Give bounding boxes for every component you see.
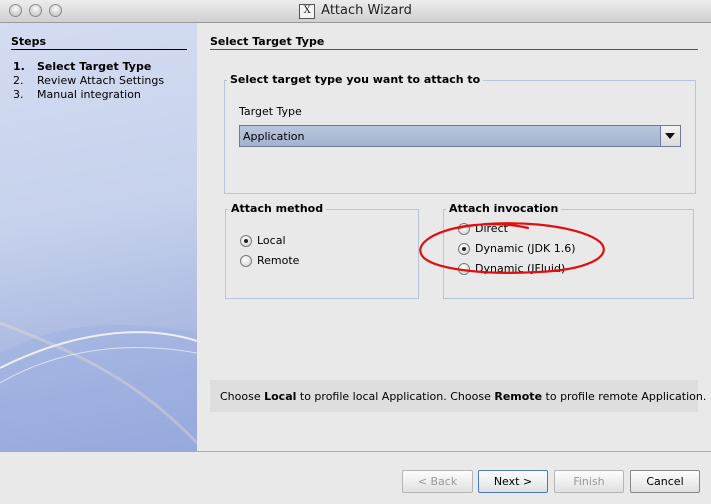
hint-text-part: to profile remote Application. (542, 390, 707, 403)
hint-remote-bold: Remote (494, 390, 543, 403)
target-type-label: Target Type (239, 105, 302, 118)
local-radio-label[interactable]: Local (257, 234, 286, 247)
hint-local-bold: Local (264, 390, 297, 403)
hint-text-part: to profile local Application. Choose (296, 390, 495, 403)
button-bar-divider (0, 451, 711, 452)
x11-app-icon: X (299, 4, 316, 19)
step-number: 2. (13, 74, 24, 87)
radio-indicator[interactable] (240, 235, 252, 247)
step-item-1: 1. Select Target Type (13, 60, 151, 73)
step-label: Manual integration (37, 88, 141, 101)
back-button[interactable]: < Back (402, 470, 473, 493)
target-type-select[interactable]: Application (239, 125, 681, 147)
title-bar: X Attach Wizard (0, 0, 711, 23)
attach-method-group (225, 209, 419, 299)
steps-heading: Steps (11, 35, 47, 48)
step-label: Select Target Type (37, 60, 152, 73)
hint-text: Choose Local to profile local Applicatio… (220, 390, 706, 403)
step-item-2: 2. Review Attach Settings (13, 74, 164, 87)
annotation-circle (419, 222, 605, 274)
attach-method-title: Attach method (228, 202, 327, 215)
attach-invocation-title: Attach invocation (446, 202, 562, 215)
remote-radio-label[interactable]: Remote (257, 254, 299, 267)
finish-button[interactable]: Finish (554, 470, 624, 493)
window-title-wrap: X Attach Wizard (0, 3, 711, 19)
step-label: Review Attach Settings (37, 74, 165, 87)
page-title-divider (210, 49, 698, 50)
steps-divider (11, 49, 187, 50)
hint-text-part: Choose (220, 390, 265, 403)
radio-indicator[interactable] (240, 255, 252, 267)
step-number: 3. (13, 88, 24, 101)
next-button[interactable]: Next > (478, 470, 548, 493)
step-item-3: 3. Manual integration (13, 88, 141, 101)
hint-box: Choose Local to profile local Applicatio… (210, 380, 706, 412)
target-type-group-title: Select target type you want to attach to (227, 73, 484, 86)
window-title: Attach Wizard (321, 3, 412, 18)
cancel-button[interactable]: Cancel (630, 470, 700, 493)
steps-panel: Steps 1. Select Target Type 2. Review Atta… (0, 23, 197, 451)
step-number: 1. (13, 60, 25, 73)
page-title: Select Target Type (210, 35, 325, 48)
target-type-value: Application (243, 130, 305, 143)
chevron-down-icon[interactable] (660, 126, 680, 146)
